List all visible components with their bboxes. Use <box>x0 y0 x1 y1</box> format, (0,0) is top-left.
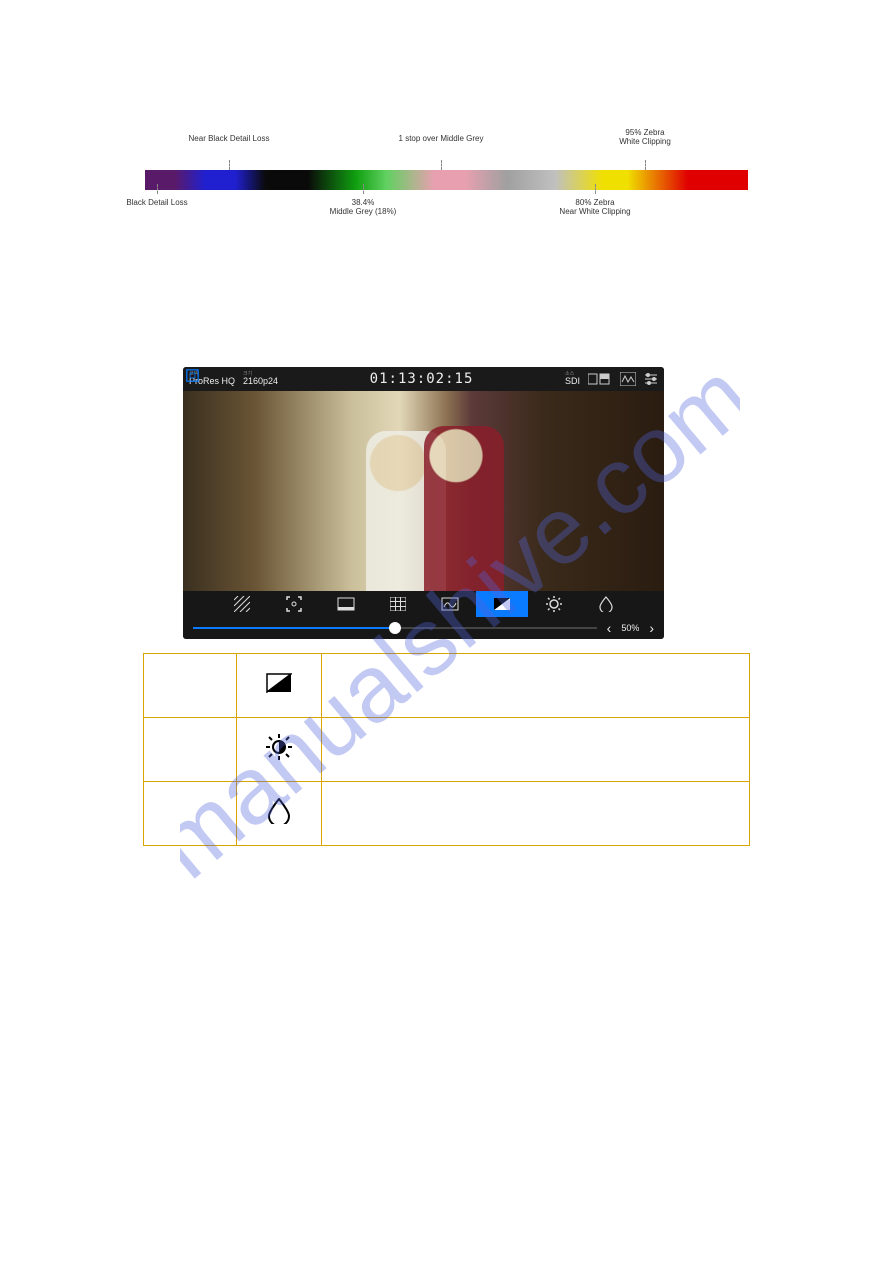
toolbar <box>183 591 664 617</box>
table-row <box>144 654 750 718</box>
zebra-icon-cell <box>237 654 322 718</box>
tool-hatch-button[interactable] <box>216 591 268 617</box>
settings-icon <box>644 372 658 386</box>
monitor-screenshot: 코덱ProRes HQ 크기2160p24 01:13:02:15 소스SDI … <box>183 367 664 639</box>
label-near-black: Near Black Detail Loss <box>169 134 289 143</box>
src-value: SDI <box>565 377 580 386</box>
icon-table <box>143 653 750 846</box>
label-zebra95: 95% Zebra White Clipping <box>585 128 705 146</box>
color-diagram: Near Black Detail Loss 1 stop over Middl… <box>145 130 748 236</box>
tick <box>441 160 443 170</box>
slider-value: 50% <box>621 623 639 633</box>
tool-focus-button[interactable] <box>268 591 320 617</box>
tick <box>645 160 647 170</box>
tool-falsecolor-button[interactable] <box>424 591 476 617</box>
slider-row: ‹ 50% › <box>183 617 664 639</box>
tool-brightness-button[interactable] <box>528 591 580 617</box>
tool-grid-button[interactable] <box>372 591 424 617</box>
zebra-icon <box>266 673 292 693</box>
tool-drop-button[interactable] <box>580 591 632 617</box>
brightness-icon-cell <box>237 718 322 782</box>
label-zebra80: 80% Zebra Near White Clipping <box>535 198 655 216</box>
tool-frame-button[interactable] <box>320 591 372 617</box>
preview-image <box>183 391 664 591</box>
tick <box>595 184 597 194</box>
chevron-left-icon[interactable]: ‹ <box>607 620 612 636</box>
brightness-icon <box>266 734 292 760</box>
label-middle-grey: 38.4% Middle Grey (18%) <box>303 198 423 216</box>
status-bar: 코덱ProRes HQ 크기2160p24 01:13:02:15 소스SDI <box>183 367 664 391</box>
table-row <box>144 782 750 846</box>
tick <box>229 160 231 170</box>
focus-icon <box>186 369 199 382</box>
drop-icon <box>268 798 290 824</box>
zebra-slider[interactable] <box>193 627 597 629</box>
tick <box>363 184 365 194</box>
table-row <box>144 718 750 782</box>
media-icon <box>588 372 612 386</box>
person-groom <box>424 426 504 591</box>
tick <box>157 184 159 194</box>
waveform-icon <box>620 372 636 386</box>
gradient-bar <box>145 170 748 190</box>
timecode: 01:13:02:15 <box>286 371 557 387</box>
chevron-right-icon[interactable]: › <box>649 620 654 636</box>
label-one-stop: 1 stop over Middle Grey <box>381 134 501 143</box>
tool-zebra-button[interactable] <box>476 591 528 617</box>
label-black-loss: Black Detail Loss <box>97 198 217 207</box>
res-value: 2160p24 <box>243 377 278 386</box>
drop-icon-cell <box>237 782 322 846</box>
